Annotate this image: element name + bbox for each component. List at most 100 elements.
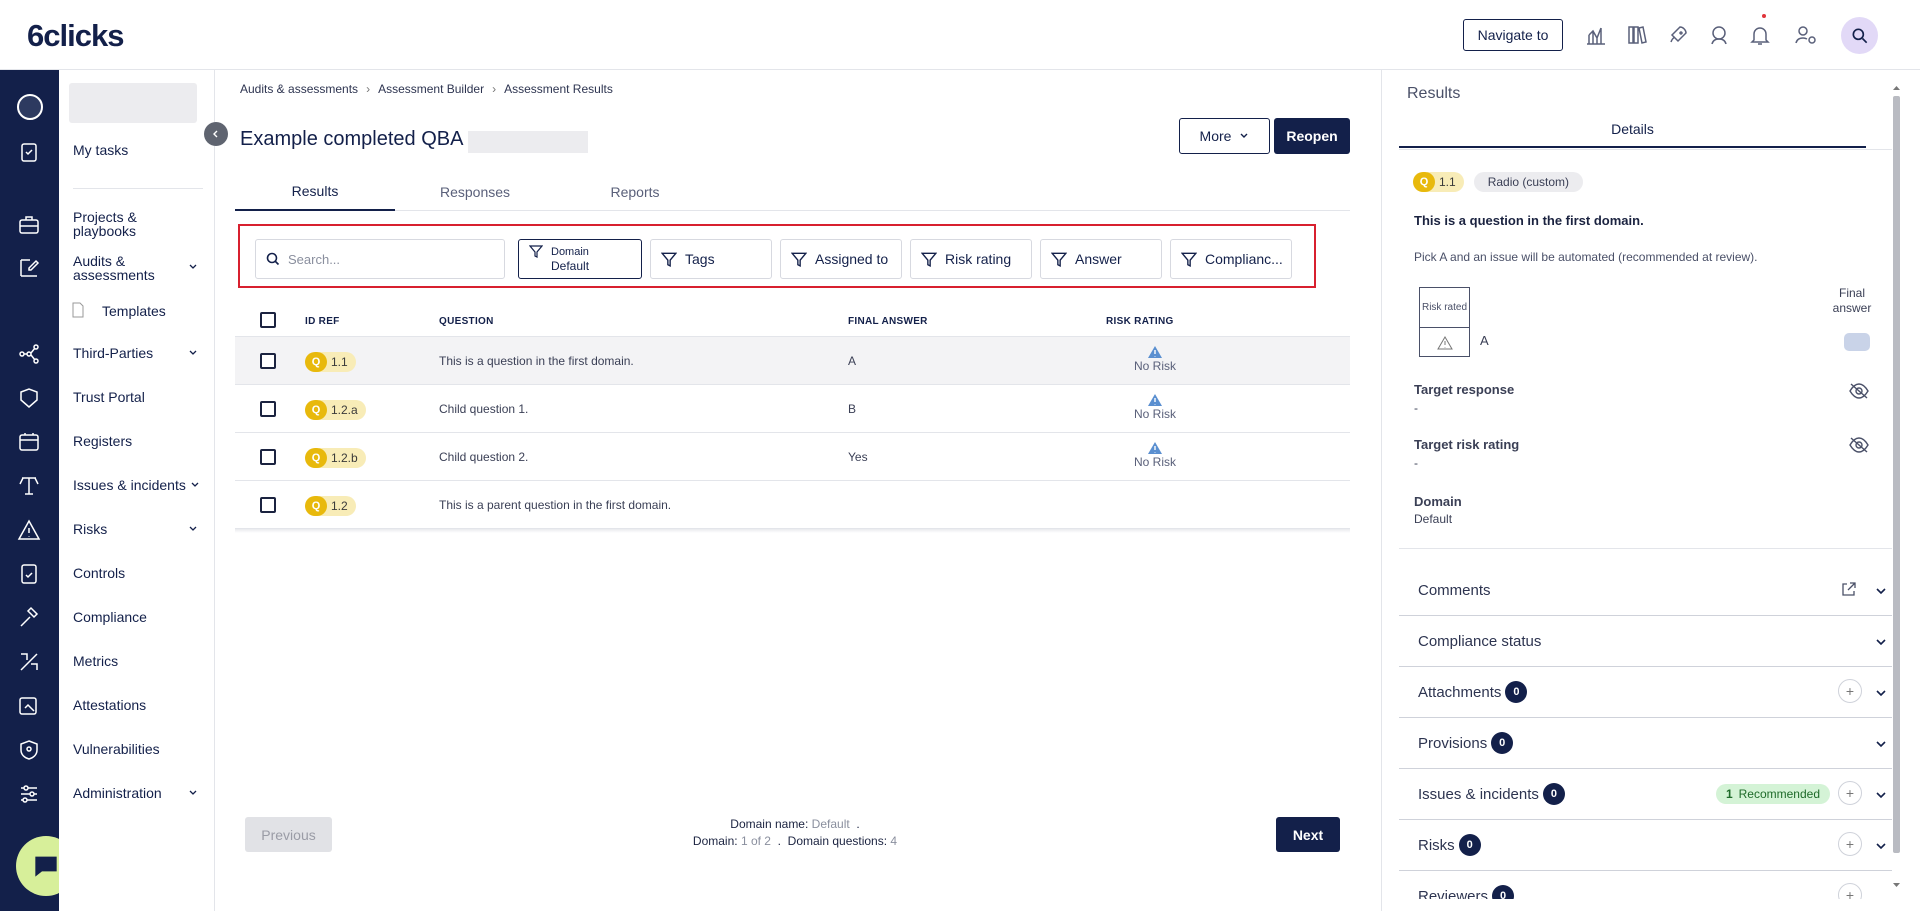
sidebar-item-my-tasks[interactable]: My tasks — [73, 143, 128, 157]
sidebar-item-administration[interactable]: Administration — [73, 786, 162, 800]
tab-results[interactable]: Results — [235, 172, 395, 211]
chevron-down-icon[interactable] — [188, 524, 198, 534]
sidebar-item-third-parties[interactable]: Third-Parties — [73, 346, 153, 360]
edit-icon[interactable] — [17, 256, 41, 280]
chevron-down-icon[interactable] — [188, 788, 198, 798]
chevron-down-icon[interactable] — [1875, 738, 1887, 750]
register-icon[interactable] — [17, 430, 41, 454]
chevron-down-icon[interactable] — [1875, 789, 1887, 801]
table-row[interactable]: Q 1.2.a Child question 1. B No Risk — [235, 385, 1350, 433]
navigate-to-button[interactable]: Navigate to — [1463, 19, 1563, 51]
bell-icon[interactable] — [1748, 23, 1772, 47]
chevron-down-icon[interactable] — [1875, 840, 1887, 852]
shield-icon[interactable] — [17, 738, 41, 762]
add-risk-button[interactable]: + — [1838, 832, 1862, 856]
library-icon[interactable] — [1625, 23, 1649, 47]
collapse-sidebar-button[interactable] — [204, 122, 228, 146]
rocket-icon[interactable] — [1666, 23, 1690, 47]
chevron-down-icon[interactable] — [190, 480, 200, 490]
chevron-down-icon[interactable] — [1875, 636, 1887, 648]
tab-reports[interactable]: Reports — [555, 172, 715, 211]
row-checkbox[interactable] — [260, 353, 276, 369]
hammer-icon[interactable] — [17, 606, 41, 630]
warning-icon[interactable] — [17, 518, 41, 542]
reviewers-section[interactable]: Reviewers 0 + — [1399, 871, 1892, 899]
chevron-down-icon[interactable] — [1875, 585, 1887, 597]
row-checkbox[interactable] — [260, 497, 276, 513]
tags-filter[interactable]: Tags — [650, 239, 772, 279]
final-answer-toggle[interactable] — [1844, 333, 1870, 351]
risk-rating-filter[interactable]: Risk rating — [910, 239, 1032, 279]
sidebar-item-audits[interactable]: Audits & assessments — [73, 254, 183, 282]
attestation-icon[interactable] — [17, 694, 41, 718]
more-button[interactable]: More — [1179, 118, 1270, 154]
user-settings-icon[interactable] — [1794, 23, 1818, 47]
row-checkbox[interactable] — [260, 401, 276, 417]
sidebar-item-projects[interactable]: Projects & playbooks — [73, 210, 183, 238]
breadcrumb-assessment-builder[interactable]: Assessment Builder — [378, 82, 484, 96]
add-issue-button[interactable]: + — [1838, 781, 1862, 805]
search-input[interactable]: Search... — [255, 239, 505, 279]
sidebar-item-templates[interactable]: Templates — [102, 304, 166, 318]
network-icon[interactable] — [17, 342, 41, 366]
eye-off-icon[interactable] — [1848, 382, 1870, 400]
sidebar-item-vulnerabilities[interactable]: Vulnerabilities — [73, 742, 160, 756]
sliders-icon[interactable] — [17, 782, 41, 806]
select-all-checkbox[interactable] — [260, 312, 276, 328]
header-id-ref[interactable]: ID REF — [305, 316, 340, 327]
controls-icon[interactable] — [17, 562, 41, 586]
analytics-icon[interactable] — [1584, 23, 1608, 47]
user-avatar[interactable] — [1841, 17, 1878, 54]
header-final-answer[interactable]: FINAL ANSWER — [848, 316, 928, 327]
metrics-icon[interactable] — [17, 650, 41, 674]
header-risk-rating[interactable]: RISK RATING — [1106, 316, 1174, 327]
provisions-section[interactable]: Provisions 0 — [1399, 718, 1892, 769]
previous-button[interactable]: Previous — [245, 817, 332, 852]
sidebar-item-controls[interactable]: Controls — [73, 566, 125, 580]
sidebar-item-attestations[interactable]: Attestations — [73, 698, 146, 712]
external-link-icon[interactable] — [1841, 581, 1857, 597]
breadcrumb-audits[interactable]: Audits & assessments — [240, 82, 358, 96]
header-question[interactable]: QUESTION — [439, 316, 494, 327]
scroll-down-icon[interactable] — [1891, 880, 1902, 890]
add-attachment-button[interactable]: + — [1838, 679, 1862, 703]
trust-icon[interactable] — [17, 386, 41, 410]
chevron-down-icon[interactable] — [188, 348, 198, 358]
compliance-filter[interactable]: Complianc... — [1170, 239, 1292, 279]
row-checkbox[interactable] — [260, 449, 276, 465]
add-reviewer-button[interactable]: + — [1838, 883, 1862, 899]
tasks-icon[interactable] — [17, 140, 41, 164]
assigned-to-filter[interactable]: Assigned to — [780, 239, 902, 279]
chevron-down-icon[interactable] — [188, 262, 198, 272]
next-button[interactable]: Next — [1276, 817, 1340, 852]
scrollbar-thumb[interactable] — [1893, 96, 1900, 853]
tab-details[interactable]: Details — [1399, 112, 1866, 148]
eye-off-icon[interactable] — [1848, 436, 1870, 454]
sidebar-item-trust-portal[interactable]: Trust Portal — [73, 390, 145, 404]
sidebar-item-risks[interactable]: Risks — [73, 522, 107, 536]
risks-section[interactable]: Risks 0 + — [1399, 820, 1892, 871]
briefcase-icon[interactable] — [17, 213, 41, 237]
tab-responses[interactable]: Responses — [395, 172, 555, 211]
sidebar-item-compliance[interactable]: Compliance — [73, 610, 147, 624]
chevron-down-icon[interactable] — [1875, 687, 1887, 699]
app-logo[interactable]: 6clicks — [27, 18, 124, 54]
domain-filter[interactable]: Domain Default — [518, 239, 642, 279]
recommended-badge[interactable]: 1 Recommended — [1715, 784, 1830, 804]
comments-section[interactable]: Comments — [1399, 565, 1892, 616]
table-row[interactable]: Q 1.2.b Child question 2. Yes No Risk — [235, 433, 1350, 481]
answer-filter[interactable]: Answer — [1040, 239, 1162, 279]
sidebar-item-metrics[interactable]: Metrics — [73, 654, 118, 668]
scroll-up-icon[interactable] — [1891, 83, 1902, 93]
table-row[interactable]: Q 1.2 This is a parent question in the fi… — [235, 481, 1350, 529]
attachments-section[interactable]: Attachments 0 + — [1399, 667, 1892, 718]
sidebar-item-issues[interactable]: Issues & incidents — [73, 478, 186, 492]
sidebar-item-registers[interactable]: Registers — [73, 434, 132, 448]
issue-icon[interactable] — [17, 474, 41, 498]
org-avatar-icon[interactable] — [17, 94, 43, 120]
compliance-status-section[interactable]: Compliance status — [1399, 616, 1892, 667]
table-row[interactable]: Q 1.1 This is a question in the first dom… — [235, 337, 1350, 385]
support-icon[interactable] — [1707, 23, 1731, 47]
issues-section[interactable]: Issues & incidents 0 1 Recommended + — [1399, 769, 1892, 820]
reopen-button[interactable]: Reopen — [1274, 118, 1350, 154]
